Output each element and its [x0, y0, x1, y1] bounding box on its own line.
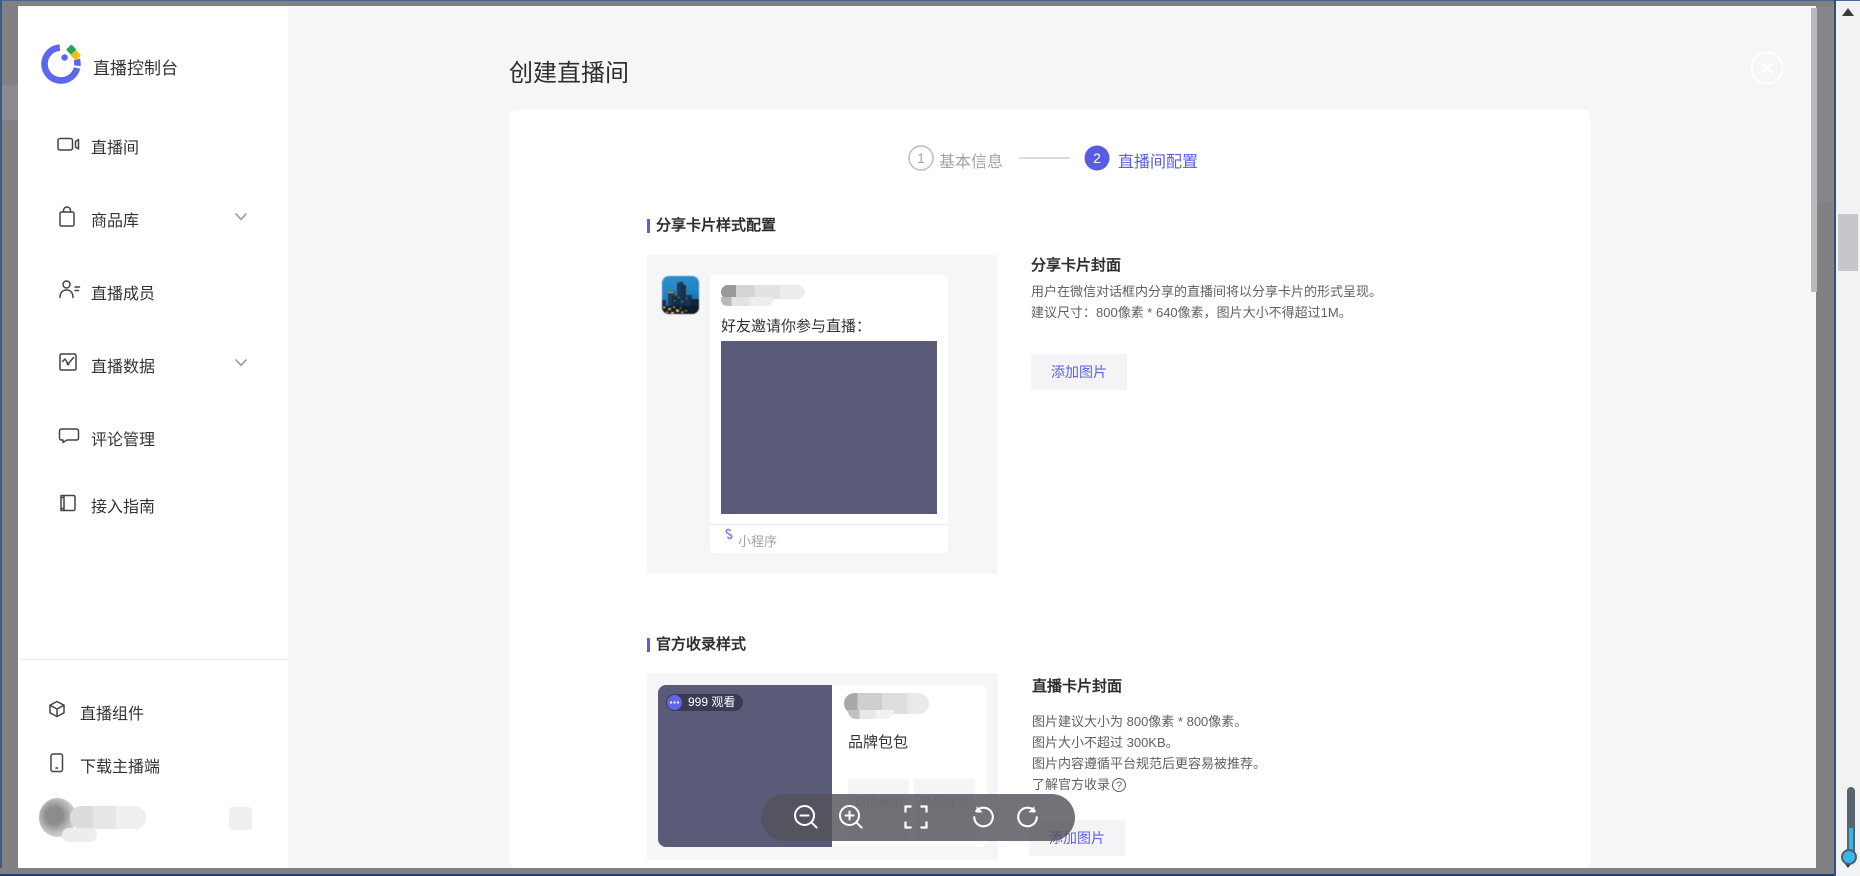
svg-text:1: 1 — [917, 150, 925, 166]
svg-text:2: 2 — [1093, 150, 1101, 166]
